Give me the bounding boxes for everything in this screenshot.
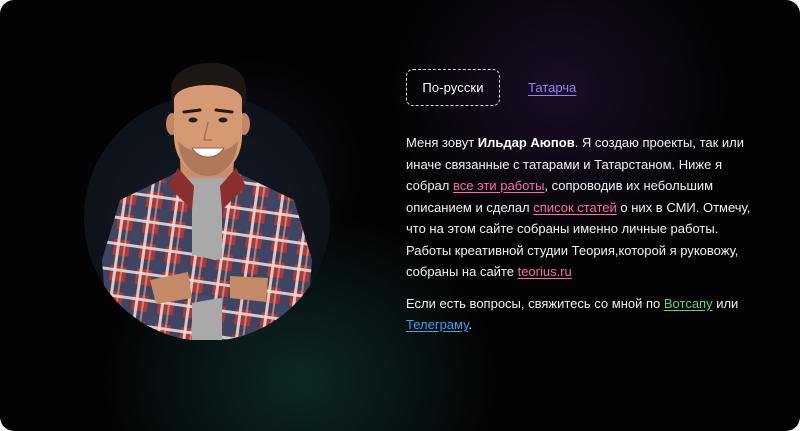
contact-end: . <box>468 317 472 332</box>
author-photo <box>102 62 312 340</box>
page-window: По-русски Татарча Меня зовут Ильдар Аюпо… <box>0 0 800 431</box>
contact-paragraph: Если есть вопросы, свяжитесь со мной по … <box>406 293 756 336</box>
author-portrait <box>80 40 340 341</box>
studio-site-link[interactable]: teorius.ru <box>518 264 572 279</box>
bio-intro: Меня зовут <box>406 135 478 150</box>
bio-paragraph: Меня зовут Ильдар Аюпов. Я создаю проект… <box>406 132 756 283</box>
content-column: По-русски Татарча Меня зовут Ильдар Аюпо… <box>406 69 756 336</box>
telegram-link[interactable]: Телеграму <box>406 317 468 332</box>
articles-link[interactable]: список статей <box>533 200 617 215</box>
works-link[interactable]: все эти работы <box>453 178 544 193</box>
language-switcher: По-русски Татарча <box>406 69 756 106</box>
language-tatar-link[interactable]: Татарча <box>528 80 576 95</box>
contact-or: или <box>712 295 739 311</box>
author-name: Ильдар Аюпов <box>477 135 575 150</box>
contact-text: Если есть вопросы, свяжитесь со мной по <box>406 295 664 311</box>
language-russian-button[interactable]: По-русски <box>406 69 500 106</box>
whatsapp-link[interactable]: Вотсапу <box>664 296 713 311</box>
